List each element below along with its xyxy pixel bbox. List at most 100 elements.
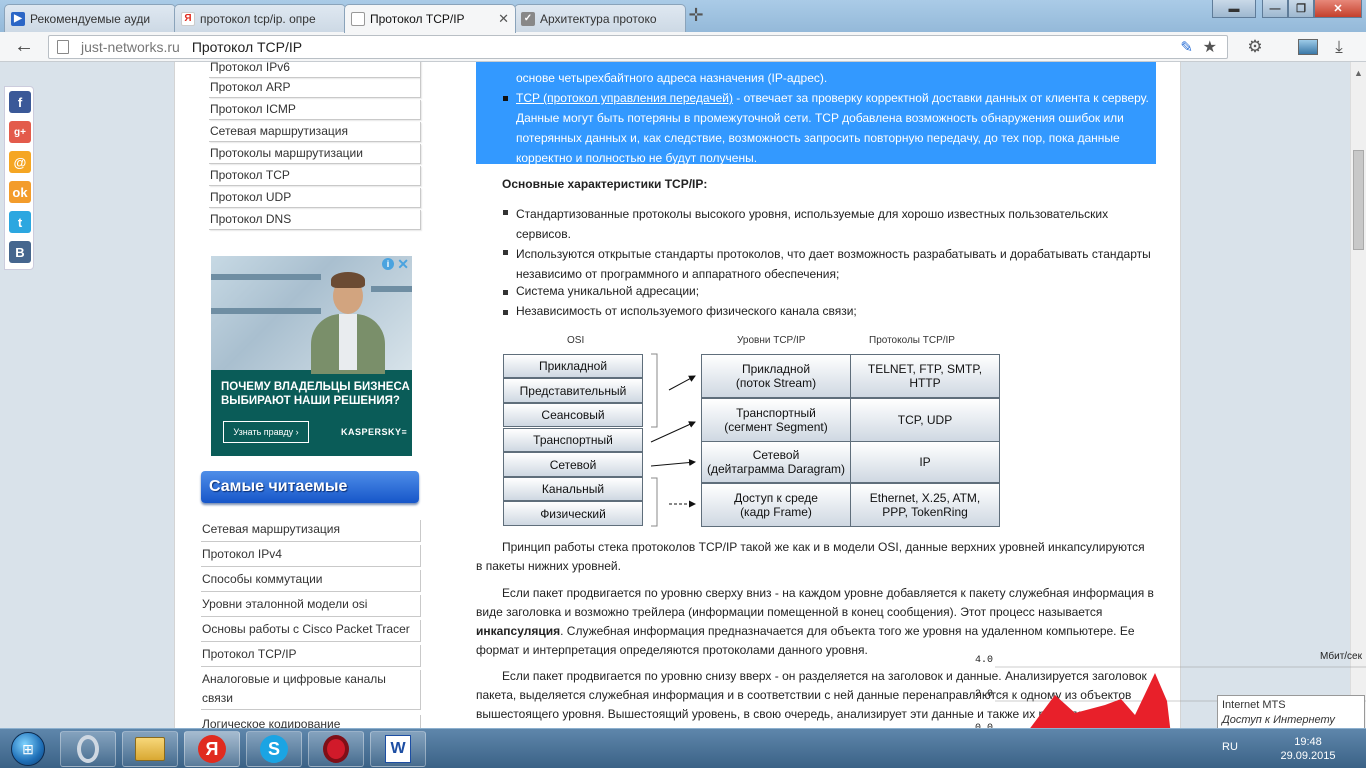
google-plus-icon[interactable]: g+ — [9, 121, 31, 143]
paragraph-encapsulation: Если пакет продвигается по уровню сверху… — [476, 584, 1156, 660]
profile-icon[interactable]: ▬ — [1212, 0, 1256, 18]
windows-logo-icon: ⊞ — [11, 732, 45, 766]
nav-item[interactable]: Сетевая маршрутизация — [209, 122, 421, 142]
address-bar[interactable]: just-networks.ru Протокол TCP/IP ✎ ★ — [48, 35, 1228, 59]
mail-at-icon[interactable]: @ — [9, 151, 31, 173]
browser-toolbar: ← just-networks.ru Протокол TCP/IP ✎ ★ ⚙… — [0, 32, 1366, 62]
language-indicator[interactable]: RU — [1222, 741, 1238, 753]
nav-item[interactable]: Протокол DNS — [209, 210, 421, 230]
ad-close-icon[interactable]: ✕ — [397, 256, 409, 273]
minimize-icon[interactable]: — — [1262, 0, 1288, 18]
most-read-item[interactable]: Протокол IPv4 — [201, 545, 421, 567]
most-read-item[interactable]: Аналоговые и цифровые каналы связи — [201, 670, 421, 710]
pen-extension-icon[interactable]: ✎ — [1180, 38, 1193, 56]
skype-taskbar-icon[interactable]: S — [246, 731, 302, 767]
scroll-up-icon[interactable]: ▲ — [1354, 68, 1363, 78]
ad-shelf — [211, 274, 321, 280]
yandex-browser-taskbar-icon[interactable]: Я — [184, 731, 240, 767]
clock-time: 19:48 — [1294, 736, 1322, 748]
close-tab-icon[interactable]: ✕ — [498, 11, 509, 27]
nav-item[interactable]: Протоколы маршрутизации — [209, 144, 421, 164]
taskbar: ⊞ Я S W RU 19:48 29.09.2015 — [0, 728, 1366, 768]
opera-red-taskbar-icon[interactable] — [308, 731, 364, 767]
bullet-text: Используются открытые стандарты протокол… — [516, 244, 1151, 284]
bullet — [503, 310, 508, 315]
clock-date: 29.09.2015 — [1280, 750, 1336, 762]
gear-icon[interactable]: ⚙ — [1244, 37, 1266, 57]
tab-recommended-audio[interactable]: ▶ Рекомендуемые ауди — [4, 4, 176, 32]
bookmark-star-icon[interactable]: ★ — [1203, 37, 1217, 57]
arrow — [650, 459, 696, 467]
tab-title: Протокол TCP/IP — [370, 12, 465, 26]
nav-item[interactable]: Протокол ICMP — [209, 100, 421, 120]
bullet-text: Независимость от используемого физическо… — [516, 304, 857, 318]
image-extension-icon[interactable] — [1298, 39, 1318, 55]
bullet-line: независимо от программного и аппаратного… — [516, 267, 840, 281]
page-content: Протокол IPv6 Протокол ARP Протокол ICMP… — [174, 62, 1181, 728]
most-read-item[interactable]: Способы коммутации — [201, 570, 421, 592]
tcp-description-line: корректно и полностью не будут получены. — [516, 151, 758, 165]
nav-item[interactable]: Протокол ARP — [209, 78, 421, 98]
most-read-item[interactable]: Сетевая маршрутизация — [201, 520, 421, 542]
tab-active-tcpip[interactable]: Протокол TCP/IP ✕ — [344, 4, 516, 33]
new-tab-icon[interactable]: ✛ — [684, 6, 708, 26]
scroll-thumb[interactable] — [1353, 150, 1364, 250]
most-read-item[interactable]: Логическое кодирование — [201, 715, 421, 728]
osi-tcpip-diagram: OSI Уровни TCP/IP Протоколы TCP/IP Прикл… — [501, 332, 1001, 532]
opera-ring — [77, 735, 99, 763]
ad-person-hair — [331, 272, 365, 288]
facebook-icon[interactable]: f — [9, 91, 31, 113]
tab-title: протокол tcp/ip. опре — [200, 11, 316, 26]
vk-icon[interactable]: B — [9, 241, 31, 263]
encapsulation-term: инкапсуляция — [476, 624, 561, 638]
close-window-icon[interactable]: ✕ — [1314, 0, 1362, 18]
most-read-item[interactable]: Уровни эталонной модели osi — [201, 595, 421, 617]
tab-strip: ▶ Рекомендуемые ауди Я протокол tcp/ip. … — [0, 0, 1366, 33]
social-share-bar: f g+ @ ok t B — [4, 86, 34, 270]
nav-item[interactable]: Протокол TCP — [209, 166, 421, 186]
page-info-icon[interactable] — [57, 40, 69, 54]
speed-tick: 2.0 — [975, 689, 994, 700]
word-taskbar-icon[interactable]: W — [370, 731, 426, 767]
vertical-scrollbar[interactable]: ▲ ▼ — [1350, 62, 1366, 728]
explorer-taskbar-icon[interactable] — [122, 731, 178, 767]
address-page-title: Протокол TCP/IP — [191, 39, 303, 55]
ad-headline: ПОЧЕМУ ВЛАДЕЛЬЦЫ БИЗНЕСА ВЫБИРАЮТ НАШИ Р… — [221, 381, 410, 407]
ad-info-icon[interactable]: i — [382, 258, 394, 270]
restore-icon[interactable]: ❐ — [1288, 0, 1314, 18]
paragraph-line: Если пакет продвигается по уровню сверху… — [502, 586, 1154, 600]
bullet-text: Стандартизованные протоколы высокого уро… — [516, 204, 1108, 244]
bullet-line: Используются открытые стандарты протокол… — [516, 247, 1151, 261]
kaspersky-ad[interactable]: i ✕ ПОЧЕМУ ВЛАДЕЛЬЦЫ БИЗНЕСА ВЫБИРАЮТ НА… — [211, 256, 412, 456]
paragraph-line: . Служебная информация предназначается д… — [560, 624, 1135, 638]
odnoklassniki-icon[interactable]: ok — [9, 181, 31, 203]
start-button[interactable]: ⊞ — [2, 731, 54, 767]
skype-icon: S — [260, 735, 288, 763]
tab-architecture[interactable]: ✓ Архитектура протоко — [514, 4, 686, 32]
tcp-link[interactable]: TCP (протокол управления передачей) — [516, 91, 733, 105]
bracket-upper — [651, 353, 658, 428]
ip-description-tail: основе четырехбайтного адреса назначения… — [516, 71, 828, 85]
back-arrow-icon[interactable]: ← — [12, 36, 36, 58]
network-tooltip: Internet MTS Доступ к Интернету — [1217, 695, 1365, 731]
twitter-icon[interactable]: t — [9, 211, 31, 233]
page-viewport: f g+ @ ok t B Протокол IPv6 Протокол ARP… — [0, 62, 1350, 728]
nav-item[interactable]: Протокол IPv6 — [209, 62, 421, 78]
most-read-item[interactable]: Основы работы с Cisco Packet Tracer — [201, 620, 421, 642]
tab-yandex-search[interactable]: Я протокол tcp/ip. опре — [174, 4, 346, 32]
paragraph-line: формат и интерпретация определяются прот… — [476, 643, 868, 657]
system-clock[interactable]: 19:48 29.09.2015 — [1268, 735, 1348, 763]
most-read-item[interactable]: Протокол TCP/IP — [201, 645, 421, 667]
nav-item[interactable]: Протокол UDP — [209, 188, 421, 208]
yandex-icon: Я — [181, 11, 195, 26]
tcp-description-line: TCP (протокол управления передачей) - от… — [516, 88, 1161, 108]
ad-cta-button[interactable]: Узнать правду › — [223, 421, 309, 443]
opera-taskbar-icon[interactable] — [60, 731, 116, 767]
download-icon[interactable]: ⤓ — [1328, 37, 1350, 57]
paragraph-line: виде заголовка и возможно трейлера (инфо… — [476, 605, 1103, 619]
yandex-icon: Я — [198, 735, 226, 763]
paragraph-line: Принцип работы стека протоколов TCP/IP т… — [502, 540, 1145, 554]
opera-icon — [323, 735, 349, 763]
paragraph-principle: Принцип работы стека протоколов TCP/IP т… — [476, 538, 1156, 576]
paragraph-line: в пакеты нижних уровней. — [476, 559, 621, 573]
